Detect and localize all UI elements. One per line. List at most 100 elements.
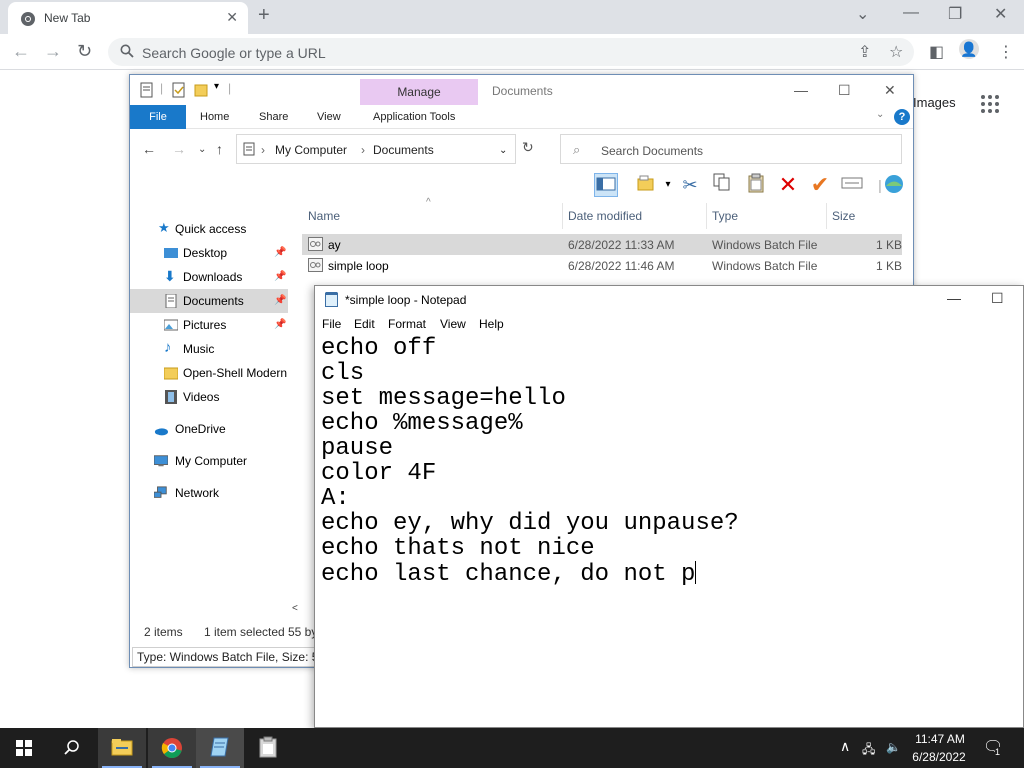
nav-item-open-shell-modern[interactable]: Open-Shell Modern bbox=[130, 361, 288, 385]
search-icon bbox=[120, 44, 134, 58]
taskbar-file-explorer[interactable] bbox=[98, 728, 146, 768]
volume-icon[interactable]: 🔈 bbox=[886, 740, 901, 754]
network-tray-icon[interactable]: 🖧 bbox=[862, 740, 875, 761]
chrome-minimize-icon[interactable]: — bbox=[903, 4, 919, 22]
menu-view[interactable]: View bbox=[440, 317, 466, 331]
notepad-maximize-icon[interactable]: ☐ bbox=[991, 290, 1004, 307]
taskbar-chrome[interactable] bbox=[148, 728, 196, 768]
tab-search-chevron-icon[interactable]: ⌄ bbox=[856, 4, 869, 24]
qa-customize-icon[interactable]: ▾ bbox=[214, 81, 219, 92]
rename-check-icon[interactable]: ✔ bbox=[808, 173, 832, 197]
manage-contextual-tab[interactable]: Manage bbox=[360, 79, 478, 105]
cut-scissors-icon[interactable]: ✂ bbox=[678, 173, 702, 197]
file-row-simple-loop[interactable]: simple loop 6/28/2022 11:46 AM Windows B… bbox=[302, 255, 902, 276]
column-header-date-modified[interactable]: Date modified bbox=[568, 209, 642, 223]
menu-help[interactable]: Help bbox=[479, 317, 504, 331]
images-link[interactable]: Images bbox=[913, 95, 956, 110]
explorer-maximize-icon[interactable]: ☐ bbox=[838, 82, 851, 99]
breadcrumb-documents[interactable]: Documents bbox=[373, 143, 434, 157]
menu-format[interactable]: Format bbox=[388, 317, 426, 331]
menu-edit[interactable]: Edit bbox=[354, 317, 375, 331]
new-folder-dropdown-icon[interactable]: ▾ bbox=[656, 173, 680, 197]
omnibox[interactable]: Search Google or type a URL bbox=[108, 38, 914, 66]
nav-item-pictures[interactable]: Pictures 📌 bbox=[130, 313, 288, 337]
clock-time[interactable]: 11:47 AM bbox=[912, 732, 968, 746]
clipboard-icon bbox=[259, 736, 277, 758]
delete-x-icon[interactable]: ✕ bbox=[776, 173, 800, 197]
paste-clipboard-icon[interactable] bbox=[744, 173, 768, 197]
share-icon[interactable]: ⇪ bbox=[858, 42, 871, 62]
explorer-back-icon[interactable]: ← bbox=[142, 141, 156, 157]
nav-item-desktop[interactable]: Desktop 📌 bbox=[130, 241, 288, 265]
ribbon-tab-view[interactable]: View bbox=[317, 111, 341, 123]
chrome-close-icon[interactable]: ✕ bbox=[994, 4, 1007, 24]
nav-item-videos[interactable]: Videos bbox=[130, 385, 288, 409]
column-header-name[interactable]: Name bbox=[308, 209, 340, 223]
new-folder-icon[interactable] bbox=[634, 173, 658, 197]
nav-item-my-computer[interactable]: My Computer bbox=[130, 449, 288, 473]
nav-item-music[interactable]: ♪ Music bbox=[130, 337, 288, 361]
column-separator[interactable] bbox=[706, 203, 707, 229]
tray-overflow-chevron-icon[interactable]: ∧ bbox=[840, 738, 850, 755]
column-separator[interactable] bbox=[562, 203, 563, 229]
notification-center-icon[interactable]: 🗨 bbox=[983, 737, 1003, 757]
chrome-tab-new-tab[interactable]: New Tab ✕ bbox=[8, 2, 248, 34]
side-panel-icon[interactable]: ◧ bbox=[929, 42, 944, 62]
status-size: 55 by bbox=[288, 625, 318, 639]
folder-icon[interactable] bbox=[194, 82, 208, 98]
column-separator[interactable] bbox=[826, 203, 827, 229]
refresh-icon[interactable]: ↻ bbox=[522, 139, 534, 156]
notepad-text-area[interactable]: echo off cls set message=hello echo %messag… bbox=[321, 336, 1011, 716]
ribbon-tab-home[interactable]: Home bbox=[200, 111, 229, 123]
ribbon-tab-file[interactable]: File bbox=[130, 105, 186, 129]
new-tab-plus-icon[interactable]: + bbox=[258, 4, 270, 27]
start-button[interactable] bbox=[0, 728, 48, 768]
ribbon-expand-chevron-icon[interactable]: ⌄ bbox=[876, 109, 884, 120]
menu-file[interactable]: File bbox=[322, 317, 341, 331]
nav-item-documents[interactable]: Documents 📌 bbox=[130, 289, 288, 313]
batch-file-icon bbox=[308, 237, 323, 251]
ribbon-tab-application-tools[interactable]: Application Tools bbox=[373, 111, 455, 123]
file-row-ay[interactable]: ay 6/28/2022 11:33 AM Windows Batch File… bbox=[302, 234, 902, 255]
up-arrow-icon[interactable]: ↑ bbox=[216, 141, 223, 157]
nav-item-network[interactable]: Network bbox=[130, 481, 288, 505]
address-dropdown-chevron-icon[interactable]: ⌄ bbox=[499, 145, 507, 156]
scroll-left-arrow-icon[interactable]: < bbox=[292, 603, 298, 614]
column-header-size[interactable]: Size bbox=[832, 209, 855, 223]
new-document-icon[interactable] bbox=[172, 82, 186, 98]
ribbon-tab-share[interactable]: Share bbox=[259, 111, 288, 123]
search-documents-input[interactable]: ⌕ Search Documents bbox=[560, 134, 902, 164]
nav-label: Network bbox=[175, 486, 220, 500]
bookmark-star-icon[interactable]: ☆ bbox=[889, 42, 903, 62]
google-apps-grid-icon[interactable] bbox=[981, 95, 999, 113]
pin-icon: 📌 bbox=[274, 271, 287, 282]
chrome-menu-icon[interactable]: ⋮ bbox=[998, 42, 1014, 62]
breadcrumb-my-computer[interactable]: My Computer bbox=[275, 143, 347, 157]
explorer-minimize-icon[interactable]: — bbox=[794, 82, 808, 98]
preview-pane-icon[interactable] bbox=[594, 173, 618, 197]
reload-icon[interactable]: ↻ bbox=[77, 41, 92, 62]
explorer-close-icon[interactable]: ✕ bbox=[884, 82, 896, 99]
address-bar[interactable]: › My Computer › Documents ⌄ bbox=[236, 134, 516, 164]
chrome-restore-icon[interactable]: ❐ bbox=[948, 4, 962, 24]
clock-date[interactable]: 6/28/2022 bbox=[906, 750, 972, 764]
back-arrow-icon[interactable]: ← bbox=[12, 41, 30, 62]
column-header-type[interactable]: Type bbox=[712, 209, 738, 223]
profile-avatar-icon[interactable]: 👤 bbox=[959, 39, 979, 59]
copy-icon[interactable] bbox=[710, 173, 734, 197]
properties-icon[interactable] bbox=[140, 82, 154, 98]
help-icon[interactable]: ? bbox=[894, 109, 910, 125]
recent-locations-chevron-icon[interactable]: ⌄ bbox=[198, 144, 206, 155]
explorer-forward-icon[interactable]: → bbox=[172, 141, 186, 157]
taskbar-notepad[interactable] bbox=[196, 728, 244, 768]
forward-arrow-icon[interactable]: → bbox=[44, 41, 62, 62]
nav-item-downloads[interactable]: ⬇ Downloads 📌 bbox=[130, 265, 288, 289]
nav-item-onedrive[interactable]: OneDrive bbox=[130, 417, 288, 441]
notepad-minimize-icon[interactable]: — bbox=[947, 290, 961, 306]
tab-close-icon[interactable]: ✕ bbox=[226, 9, 238, 26]
taskbar-clipboard-app[interactable] bbox=[244, 728, 292, 768]
open-shell-icon[interactable] bbox=[882, 173, 906, 197]
taskbar-search-button[interactable] bbox=[48, 728, 96, 768]
properties-button-icon[interactable] bbox=[840, 173, 864, 197]
nav-item-quick-access[interactable]: ★ Quick access bbox=[130, 217, 288, 241]
